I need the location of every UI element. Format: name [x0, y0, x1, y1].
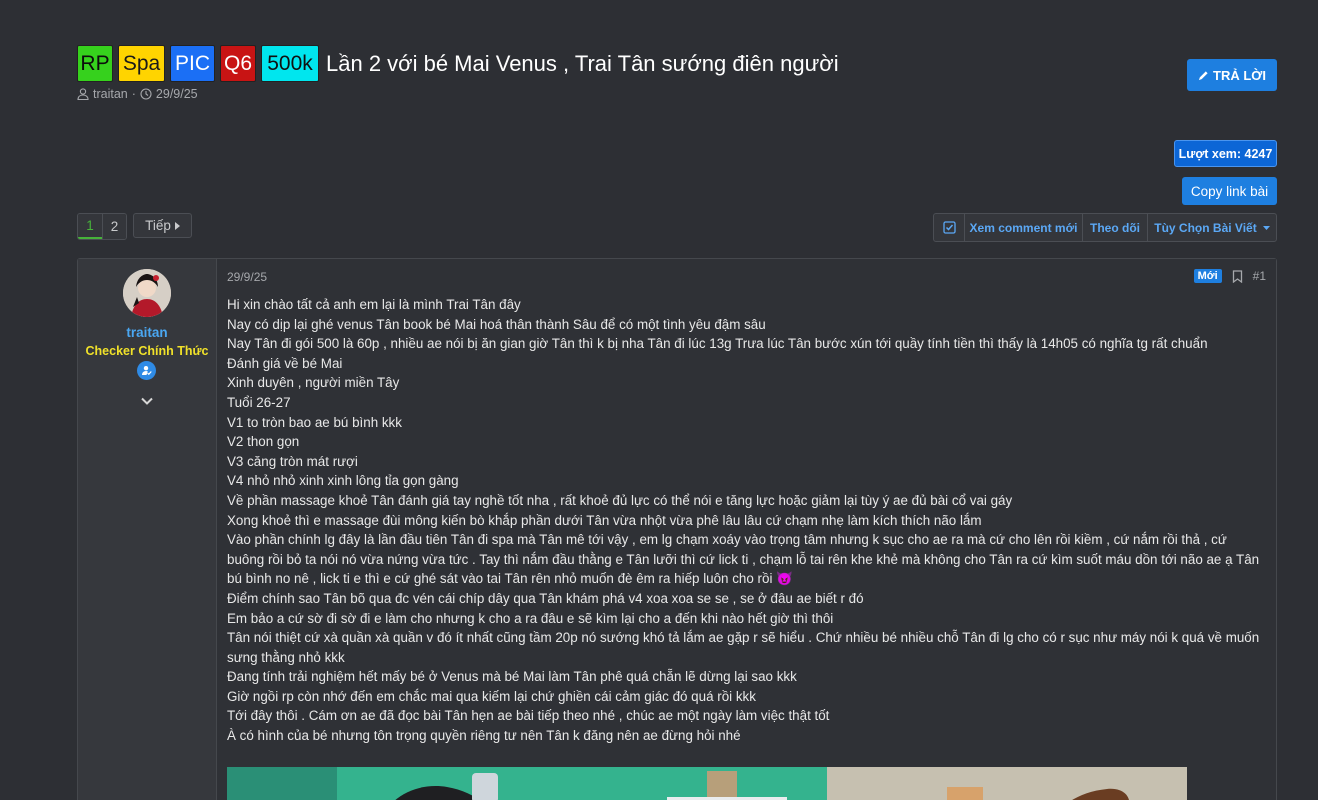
post-line: À có hình của bé nhưng tôn trọng quyền r…: [227, 728, 741, 744]
post-line: Đang tính trải nghiệm hết mấy bé ở Venus…: [227, 669, 797, 685]
post: traitan Checker Chính Thức 29/9/25 Mới #…: [77, 258, 1277, 800]
thread-author[interactable]: traitan: [93, 87, 128, 101]
reply-label: TRẢ LỜI: [1213, 67, 1266, 83]
page-numbers: 1 2: [77, 213, 127, 240]
post-line: Tuổi 26-27: [227, 394, 291, 410]
pencil-icon: [1198, 70, 1208, 80]
thread-header: RP Spa PIC Q6 500k Lần 2 với bé Mai Venu…: [77, 45, 839, 82]
thread-toolbar: Xem comment mới Theo dõi Tùy Chọn Bài Vi…: [933, 213, 1277, 242]
post-line: V1 to tròn bao ae bú bình kkk: [227, 414, 402, 430]
post-line: Vào phần chính lg đây là lần đầu tiên Tâ…: [227, 532, 1260, 587]
caret-down-icon: [1262, 225, 1270, 230]
select-checkbox[interactable]: [934, 214, 964, 241]
post-line: Xong khoẻ thì e massage đùi mông kiến bò…: [227, 512, 982, 528]
pagination: 1 2 Tiếp: [77, 213, 192, 240]
post-body: Hi xin chào tất cả anh em lại là mình Tr…: [227, 295, 1266, 746]
post-options-dropdown[interactable]: Tùy Chọn Bài Viết: [1147, 214, 1276, 241]
thread-date[interactable]: 29/9/25: [156, 87, 198, 101]
bookmark-icon[interactable]: [1232, 269, 1243, 283]
meta-separator: ·: [131, 87, 136, 101]
post-content: 29/9/25 Mới #1 Hi xin chào tất cả anh em…: [217, 259, 1276, 800]
post-image[interactable]: [227, 767, 1187, 800]
post-line: Nay Tân đi gói 500 là 60p , nhiều ae nói…: [227, 336, 1208, 352]
new-badge: Mới: [1193, 269, 1222, 283]
checkbox-icon: [942, 221, 956, 234]
post-number[interactable]: #1: [1253, 269, 1266, 283]
prefix-tag-q6[interactable]: Q6: [220, 45, 256, 82]
post-line: Đánh giá về bé Mai: [227, 355, 343, 371]
follow-button[interactable]: Theo dõi: [1082, 214, 1147, 241]
prefix-tag-pic[interactable]: PIC: [170, 45, 215, 82]
post-line: V4 nhỏ nhỏ xinh xinh lông tỉa gọn gàng: [227, 473, 459, 489]
view-new-comments-button[interactable]: Xem comment mới: [964, 214, 1082, 241]
post-line: Điểm chính sao Tân bõ qua đc vén cái chí…: [227, 590, 864, 606]
verified-user-icon: [137, 361, 156, 380]
post-line: Về phần massage khoẻ Tân đánh giá tay ng…: [227, 492, 1013, 508]
copy-link-button[interactable]: Copy link bài: [1182, 177, 1277, 205]
avatar[interactable]: [123, 269, 171, 317]
next-page-button[interactable]: Tiếp: [133, 213, 192, 238]
prefix-tag-price[interactable]: 500k: [261, 45, 319, 82]
post-date[interactable]: 29/9/25: [227, 270, 267, 284]
post-line: Nay có dịp lại ghé venus Tân book bé Mai…: [227, 316, 766, 332]
thread-meta: traitan · 29/9/25: [77, 87, 198, 101]
post-line: V2 thon gọn: [227, 434, 300, 450]
user-title: Checker Chính Thức: [85, 344, 209, 358]
post-user-panel: traitan Checker Chính Thức: [78, 259, 217, 800]
post-options-label: Tùy Chọn Bài Viết: [1154, 220, 1257, 235]
caret-right-icon: [174, 221, 180, 230]
page-2-button[interactable]: 2: [102, 214, 126, 239]
avatar-image: [123, 269, 171, 317]
chevron-down-icon[interactable]: [139, 393, 155, 409]
post-photo: [227, 767, 1187, 800]
page-1-button[interactable]: 1: [78, 214, 102, 239]
post-actions: Mới #1: [1193, 269, 1266, 283]
next-page-label: Tiếp: [145, 218, 171, 233]
post-line: Xinh duyên , người miền Tây: [227, 375, 400, 391]
post-username[interactable]: traitan: [78, 325, 216, 340]
post-line: V3 căng tròn mát rượi: [227, 453, 358, 469]
post-line: Hi xin chào tất cả anh em lại là mình Tr…: [227, 297, 521, 312]
post-line: Em bảo a cứ sờ đi sờ đi e làm cho nhưng …: [227, 610, 834, 626]
reply-button[interactable]: TRẢ LỜI: [1187, 59, 1277, 91]
user-icon: [77, 88, 89, 100]
prefix-tag-rp[interactable]: RP: [77, 45, 113, 82]
thread-title: Lần 2 với bé Mai Venus , Trai Tân sướng …: [326, 50, 839, 76]
post-line: Tân nói thiệt cứ xà quần xà quần v đó ít…: [227, 630, 1260, 665]
clock-icon: [140, 88, 152, 100]
post-line: Giờ ngồi rp còn nhớ đến em chắc mai qua …: [227, 688, 756, 704]
views-badge: Lượt xem: 4247: [1174, 140, 1277, 167]
post-line: Tới đây thôi . Cám ơn ae đã đọc bài Tân …: [227, 708, 830, 724]
top-bar: [0, 0, 1318, 14]
prefix-tag-spa[interactable]: Spa: [118, 45, 165, 82]
